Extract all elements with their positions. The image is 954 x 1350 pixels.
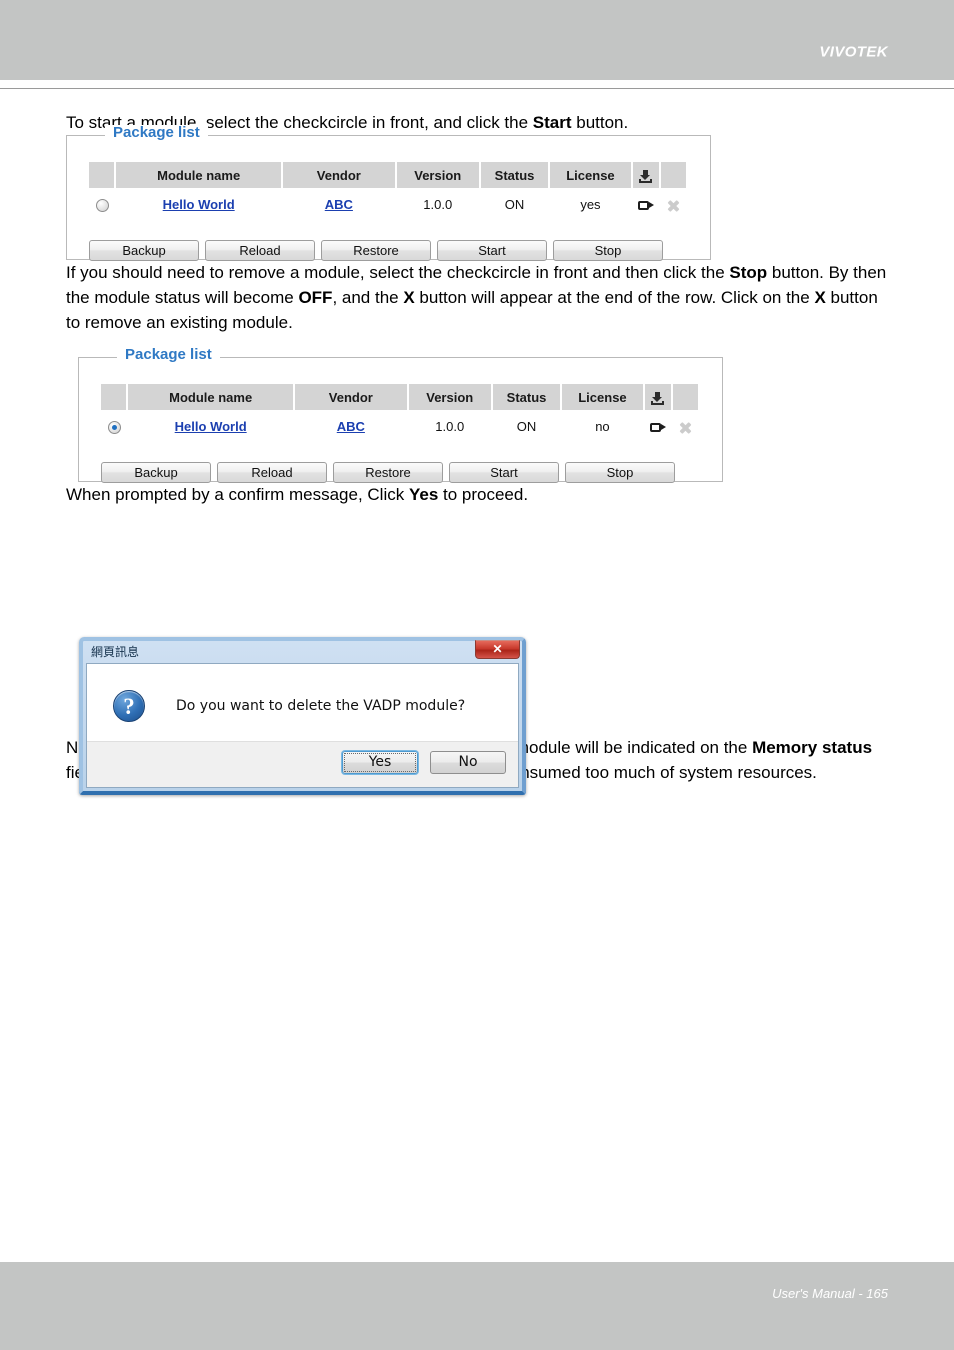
backup-button[interactable]: Backup (89, 240, 199, 261)
package-list-legend-1: Package list (105, 125, 208, 141)
table-header-row: Module name Vendor Version Status Licens… (89, 162, 689, 188)
close-icon[interactable]: ✕ (475, 640, 520, 659)
dialog-title: 網頁訊息 (91, 645, 140, 659)
cell-camera-action[interactable] (632, 188, 660, 220)
cell-status: ON (516, 418, 537, 434)
column-header-actions (659, 162, 689, 188)
package-list-panel-2: Package list Module name Vendor Version … (78, 347, 723, 483)
reload-button[interactable]: Reload (205, 240, 315, 261)
question-glyph: ? (123, 694, 135, 719)
column-header-module-name: Module name (115, 162, 283, 188)
confirm-dialog: 網頁訊息 ✕ ? Do you want to delete the VADP … (79, 637, 526, 795)
cell-remove-action (672, 410, 699, 442)
p2-bold-off: OFF (298, 288, 333, 307)
dialog-body: ? Do you want to delete the VADP module?… (86, 663, 519, 788)
p2-bold-x2: X (814, 288, 826, 307)
column-header-select (101, 384, 129, 410)
module-name-link[interactable]: Hello World (163, 197, 235, 212)
remove-x-icon-disabled (678, 420, 692, 434)
p4-bold-memory-status: Memory status (752, 738, 873, 757)
row-select-cell[interactable] (101, 410, 127, 442)
cell-status: ON (504, 196, 525, 212)
dialog-message-area: ? Do you want to delete the VADP module? (87, 664, 518, 749)
download-icon (651, 391, 665, 405)
no-button[interactable]: No (430, 751, 506, 774)
yes-button[interactable]: Yes (342, 751, 418, 774)
confirm-dialog-wrapper: 網頁訊息 ✕ ? Do you want to delete the VADP … (79, 637, 526, 795)
stop-button[interactable]: Stop (565, 462, 675, 483)
p2-bold-x1: X (403, 288, 415, 307)
cell-remove-action (660, 188, 687, 220)
reload-button[interactable]: Reload (217, 462, 327, 483)
cell-vendor: ABC (282, 188, 396, 220)
backup-button[interactable]: Backup (101, 462, 211, 483)
row-select-cell[interactable] (89, 188, 115, 220)
vendor-link[interactable]: ABC (337, 419, 365, 434)
stop-button[interactable]: Stop (553, 240, 663, 261)
cell-version: 1.0.0 (435, 418, 465, 434)
dialog-button-group: Yes No (342, 751, 506, 774)
remove-x-icon-disabled (666, 198, 680, 212)
start-button[interactable]: Start (449, 462, 559, 483)
column-header-vendor: Vendor (293, 384, 409, 410)
package-table-1: Module name Vendor Version Status Licens… (89, 162, 689, 220)
restore-button[interactable]: Restore (333, 462, 443, 483)
cell-version: 1.0.0 (423, 196, 453, 212)
p1-text-c: button. (571, 113, 629, 132)
question-mark-icon: ? (113, 690, 145, 722)
table-row: Hello World ABC 1.0.0 ON yes (89, 188, 687, 220)
table-header-row: Module name Vendor Version Status Licens… (101, 384, 701, 410)
page-footer-band: User's Manual - 165 (0, 1262, 954, 1350)
column-header-select (89, 162, 117, 188)
p2-text-g: button will appear at the end of the row… (414, 288, 815, 307)
dialog-message-text: Do you want to delete the VADP module? (176, 698, 466, 714)
p2-text-e: , and the (332, 288, 404, 307)
video-camera-icon (637, 200, 654, 211)
download-icon (639, 169, 653, 183)
column-header-license: License (561, 384, 645, 410)
p2-bold-stop: Stop (729, 263, 768, 282)
vivotek-logo: VIVOTEK (819, 43, 888, 61)
vendor-link[interactable]: ABC (325, 197, 353, 212)
column-header-download[interactable] (643, 384, 673, 410)
column-header-license: License (549, 162, 633, 188)
cell-module-name: Hello World (127, 410, 293, 442)
dialog-title-bar[interactable]: 網頁訊息 ✕ (83, 640, 522, 663)
table-row: Hello World ABC 1.0.0 ON no (101, 410, 699, 442)
package-list-inner-2: Module name Vendor Version Status Licens… (79, 358, 722, 501)
cell-module-name: Hello World (115, 188, 281, 220)
cell-license: no (595, 418, 610, 434)
column-header-module-name: Module name (127, 384, 295, 410)
package-buttons-row-2: Backup Reload Restore Start Stop (101, 462, 700, 483)
column-header-vendor: Vendor (281, 162, 397, 188)
p1-bold-start: Start (532, 113, 572, 132)
cell-vendor: ABC (294, 410, 408, 442)
package-list-legend-2: Package list (117, 347, 220, 363)
package-list-panel-1: Package list Module name Vendor Version … (66, 125, 711, 261)
package-list-inner-1: Module name Vendor Version Status Licens… (67, 136, 710, 279)
column-header-status: Status (491, 384, 563, 410)
package-table-2: Module name Vendor Version Status Licens… (101, 384, 701, 442)
column-header-download[interactable] (631, 162, 661, 188)
package-buttons-row-1: Backup Reload Restore Start Stop (89, 240, 688, 261)
column-header-status: Status (479, 162, 551, 188)
module-name-link[interactable]: Hello World (175, 419, 247, 434)
page-header-band: VIVOTEK (0, 0, 954, 80)
column-header-actions (671, 384, 701, 410)
start-button[interactable]: Start (437, 240, 547, 261)
restore-button[interactable]: Restore (321, 240, 431, 261)
column-header-version: Version (407, 384, 493, 410)
module-radio-button[interactable] (107, 420, 121, 434)
video-camera-icon (649, 422, 666, 433)
dialog-footer: Yes No (87, 741, 518, 787)
cell-license: yes (580, 196, 601, 212)
module-radio-button[interactable] (95, 198, 109, 212)
cell-camera-action[interactable] (644, 410, 672, 442)
header-divider (0, 88, 954, 89)
footer-page-label: User's Manual - 165 (772, 1286, 888, 1301)
column-header-version: Version (395, 162, 481, 188)
